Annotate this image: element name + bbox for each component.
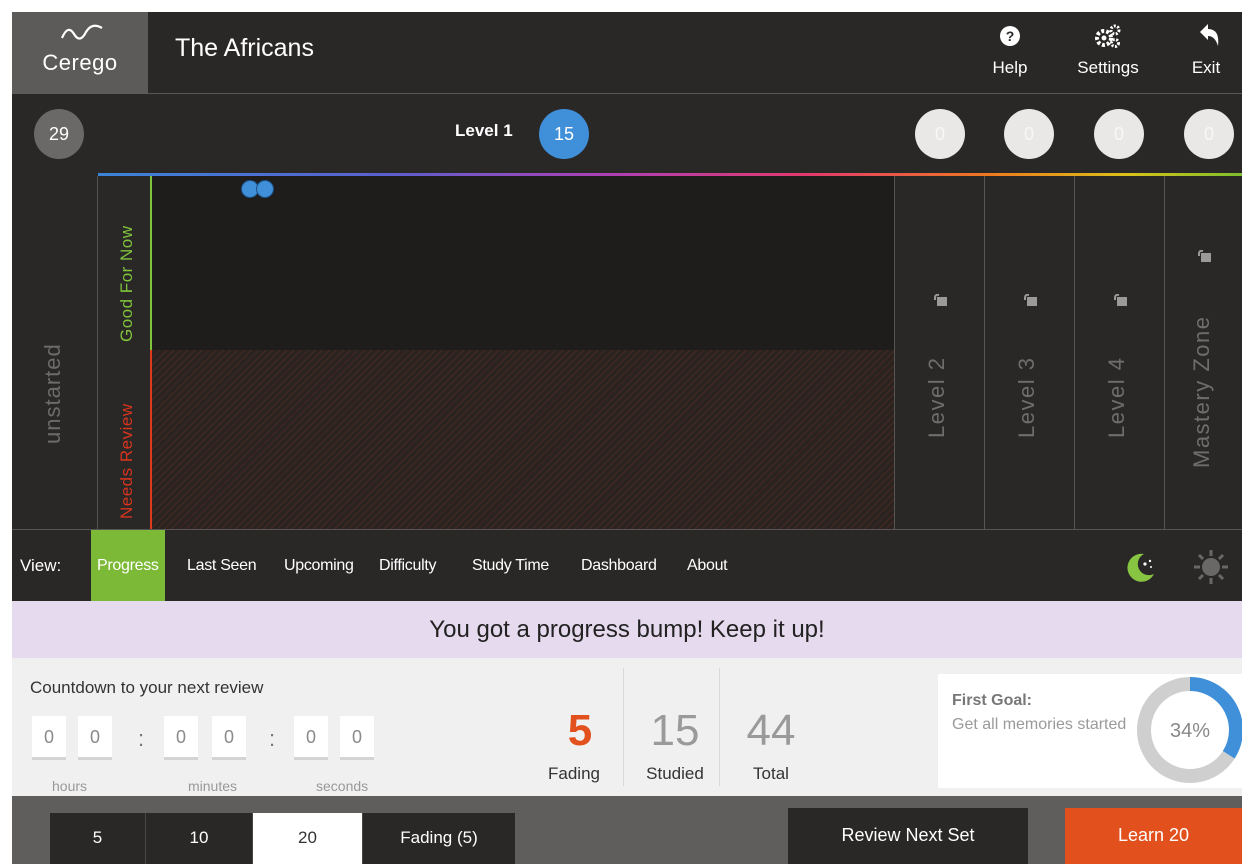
countdown-digit: 0	[340, 716, 374, 760]
view-bar: View: Progress Last Seen Upcoming Diffic…	[12, 529, 1242, 602]
svg-text:?: ?	[1006, 28, 1015, 44]
level3-label: Level 3	[1014, 356, 1039, 438]
stats-panel: Countdown to your next review 0 0 : 0 0 …	[12, 658, 1242, 796]
good-needs-column: Good For Now Needs Review	[99, 176, 151, 529]
tab-last-seen[interactable]: Last Seen	[187, 530, 257, 602]
settings-button[interactable]: Settings	[1066, 18, 1150, 88]
set-size-20-button[interactable]: 20	[253, 813, 363, 864]
level-count-row: 29 Level 1 15 0 0 0 0	[12, 95, 1242, 173]
good-zone	[152, 176, 894, 350]
set-size-fading-button[interactable]: Fading (5)	[363, 813, 515, 864]
level3-count-badge: 0	[1004, 109, 1054, 159]
settings-label: Settings	[1077, 58, 1139, 77]
day-mode-icon[interactable]	[1192, 548, 1230, 586]
lock-icon	[1114, 294, 1127, 306]
hours-label: hours	[52, 778, 88, 794]
goal-description: Get all memories started	[952, 716, 1127, 733]
level-gradient-line	[98, 173, 1242, 176]
tab-study-time[interactable]: Study Time	[472, 530, 549, 602]
tab-difficulty[interactable]: Difficulty	[379, 530, 436, 602]
unstarted-column: unstarted	[12, 176, 98, 529]
review-next-set-button[interactable]: Review Next Set	[788, 808, 1028, 864]
bottom-action-bar: 5 10 20 Fading (5) Review Next Set Learn…	[12, 796, 1242, 864]
page-title: The Africans	[175, 34, 314, 62]
settings-icon	[1095, 24, 1121, 48]
logo-text: Cerego	[42, 50, 118, 75]
countdown-digit: 0	[212, 716, 246, 760]
countdown-label: Countdown to your next review	[30, 678, 264, 697]
header: Cerego The Africans ? Help Settings Exit	[12, 12, 1242, 94]
fading-label: Fading	[548, 764, 600, 783]
countdown-colon: :	[269, 726, 276, 751]
countdown-digit: 0	[78, 716, 112, 760]
tab-about[interactable]: About	[687, 530, 728, 602]
view-label: View:	[20, 556, 62, 575]
set-size-5-button[interactable]: 5	[50, 813, 146, 864]
lock-icon	[1198, 250, 1211, 262]
stat-divider	[623, 668, 624, 786]
learn-button[interactable]: Learn 20	[1065, 808, 1242, 864]
logo-wave-icon	[60, 24, 103, 40]
level1-label: Level 1	[455, 121, 513, 140]
level4-label: Level 4	[1104, 356, 1129, 438]
night-mode-icon[interactable]	[1124, 550, 1158, 584]
memory-dot[interactable]	[256, 180, 274, 198]
cerego-app: Cerego The Africans ? Help Settings Exit	[12, 12, 1242, 864]
tab-progress[interactable]: Progress	[91, 530, 165, 602]
exit-icon	[1200, 24, 1219, 46]
lock-icon	[1024, 294, 1037, 306]
countdown-colon: :	[138, 726, 145, 751]
logo[interactable]: Cerego	[12, 12, 148, 94]
total-count: 44	[746, 706, 796, 755]
exit-button[interactable]: Exit	[1182, 18, 1230, 88]
tab-upcoming[interactable]: Upcoming	[284, 530, 354, 602]
good-for-now-label: Good For Now	[117, 225, 136, 342]
minutes-label: minutes	[188, 778, 238, 794]
set-size-10-button[interactable]: 10	[146, 813, 253, 864]
needs-review-label: Needs Review	[117, 403, 136, 519]
level2-label: Level 2	[924, 356, 949, 438]
level4-count-badge: 0	[1094, 109, 1144, 159]
fading-count: 5	[567, 706, 593, 755]
seconds-label: seconds	[316, 778, 369, 794]
help-button[interactable]: ? Help	[986, 18, 1034, 88]
countdown-digit: 0	[294, 716, 328, 760]
countdown-digit: 0	[164, 716, 198, 760]
studied-label: Studied	[646, 764, 704, 783]
exit-label: Exit	[1191, 58, 1221, 77]
unstarted-label: unstarted	[40, 343, 65, 444]
level2-count-badge: 0	[915, 109, 965, 159]
countdown-digit: 0	[32, 716, 66, 760]
total-label: Total	[753, 764, 789, 783]
unstarted-count-badge: 29	[34, 109, 84, 159]
needs-review-zone	[152, 350, 894, 529]
help-label: Help	[992, 58, 1028, 77]
lock-icon	[934, 294, 947, 306]
progress-message: You got a progress bump! Keep it up!	[12, 601, 1242, 658]
level3-column: Level 3	[984, 176, 1074, 529]
stat-divider	[719, 668, 720, 786]
mastery-column: Mastery Zone	[1164, 176, 1242, 529]
mastery-zone-label: Mastery Zone	[1189, 315, 1214, 469]
level1-count-badge: 15	[539, 109, 589, 159]
goal-percent-label: 34%	[1170, 720, 1210, 742]
level4-column: Level 4	[1074, 176, 1164, 529]
tab-dashboard[interactable]: Dashboard	[581, 530, 657, 602]
studied-count: 15	[650, 706, 700, 755]
mastery-count-badge: 0	[1184, 109, 1234, 159]
goal-title: First Goal:	[952, 692, 1033, 709]
goal-progress-ring: 34%	[1137, 677, 1242, 783]
goal-card[interactable]: First Goal: Get all memories started 34%	[938, 674, 1242, 788]
level2-column: Level 2	[894, 176, 984, 529]
help-icon: ?	[1000, 26, 1020, 46]
